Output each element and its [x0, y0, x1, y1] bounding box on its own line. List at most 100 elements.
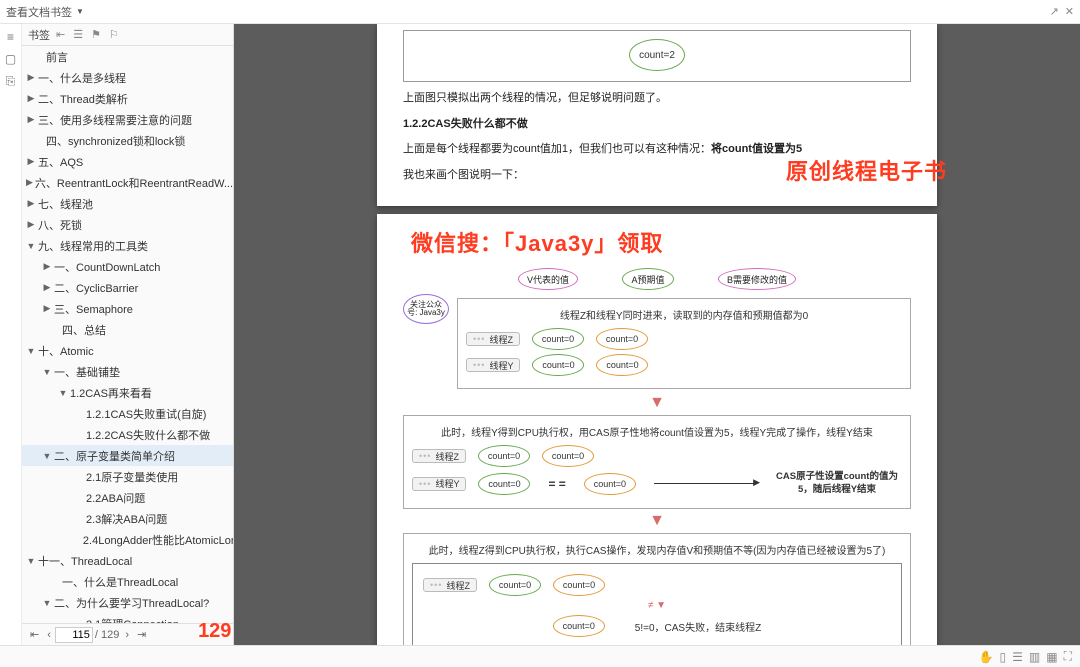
- bookmark-node[interactable]: ▶1.2.1CAS失败重试(自旋): [22, 403, 233, 424]
- bookmark-node[interactable]: ▶2.1原子变量类使用: [22, 466, 233, 487]
- bookmark-node[interactable]: ▼1.2CAS再来看看: [22, 382, 233, 403]
- sb-hand-icon[interactable]: ✋: [979, 650, 994, 664]
- bookmark-node[interactable]: ▶一、CountDownLatch: [22, 256, 233, 277]
- bookmark-label: 十、Atomic: [38, 343, 94, 359]
- expand-icon[interactable]: ▶: [42, 303, 52, 314]
- wechat-banner: 微信搜：「Java3y」领取: [411, 226, 911, 258]
- left-rail: ≡ ▢ ⎘: [0, 24, 22, 645]
- bm-del-icon[interactable]: ⚐: [109, 28, 119, 41]
- bookmark-node[interactable]: ▶三、Semaphore: [22, 298, 233, 319]
- collapse-icon[interactable]: ▼: [42, 367, 52, 377]
- diagram-caption: 此时，线程Z得到CPU执行权，执行CAS操作，发现内存值V和预期值不等(因为内存…: [412, 542, 902, 557]
- page-first[interactable]: ⇤: [26, 628, 43, 641]
- bookmark-node[interactable]: ▶前言: [22, 46, 233, 67]
- expand-icon[interactable]: ▶: [26, 219, 36, 230]
- bookmark-label: 2.1原子变量类使用: [86, 469, 178, 485]
- bookmark-label: 六、ReentrantLock和ReentrantReadW...: [35, 175, 233, 191]
- spacer-icon: ▶: [34, 135, 44, 146]
- bookmark-node[interactable]: ▶二、CyclicBarrier: [22, 277, 233, 298]
- bookmark-node[interactable]: ▶2.3解决ABA问题: [22, 508, 233, 529]
- arrow-down-icon: ▼: [403, 513, 911, 529]
- spacer-icon: ▶: [74, 429, 84, 440]
- bookmark-label: 1.2.2CAS失败什么都不做: [86, 427, 210, 443]
- bookmark-node[interactable]: ▼九、线程常用的工具类: [22, 235, 233, 256]
- rail-list-icon[interactable]: ≡: [7, 30, 14, 44]
- bookmark-label: 1.2CAS再来看看: [70, 385, 152, 401]
- collapse-icon[interactable]: ▼: [26, 556, 36, 566]
- rail-image-icon[interactable]: ▢: [5, 52, 16, 66]
- bookmark-label: 前言: [46, 49, 68, 65]
- sb-facing-icon[interactable]: ▥: [1029, 650, 1040, 664]
- expand-icon[interactable]: ▶: [26, 114, 36, 125]
- sb-grid-icon[interactable]: ▦: [1046, 650, 1057, 664]
- bookmark-node[interactable]: ▶1.2.2CAS失败什么都不做: [22, 424, 233, 445]
- watermark-text: 原创线程电子书: [786, 154, 947, 186]
- bookmark-node[interactable]: ▼十一、ThreadLocal: [22, 550, 233, 571]
- bookmark-label: 2.3解决ABA问题: [86, 511, 167, 527]
- page-prev[interactable]: ‹: [43, 629, 55, 641]
- bm-expand-icon[interactable]: ⇤: [56, 28, 65, 41]
- bookmark-label: 2.4LongAdder性能比AtomicLon...: [83, 532, 233, 548]
- page-next[interactable]: ›: [121, 629, 133, 641]
- bm-add-icon[interactable]: ⚑: [91, 28, 101, 41]
- view-bookmarks-menu[interactable]: 查看文档书签 ▼: [6, 4, 84, 20]
- bookmark-node[interactable]: ▶一、什么是多线程: [22, 67, 233, 88]
- para: 上面图只模拟出两个线程的情况，但足够说明问题了。: [403, 90, 911, 108]
- menu-label: 查看文档书签: [6, 4, 72, 20]
- bookmark-node[interactable]: ▶四、总结: [22, 319, 233, 340]
- sb-cont-icon[interactable]: ☰: [1012, 650, 1023, 664]
- document-canvas[interactable]: count=2 上面图只模拟出两个线程的情况，但足够说明问题了。 1.2.2CA…: [234, 24, 1080, 645]
- bookmark-node[interactable]: ▶三、使用多线程需要注意的问题: [22, 109, 233, 130]
- bookmark-node[interactable]: ▶八、死锁: [22, 214, 233, 235]
- bookmark-node[interactable]: ▶四、synchronized锁和lock锁: [22, 130, 233, 151]
- oval-count2: count=2: [629, 39, 685, 71]
- collapse-icon[interactable]: ▼: [42, 598, 52, 608]
- bookmark-node[interactable]: ▶七、线程池: [22, 193, 233, 214]
- spacer-icon: ▶: [74, 471, 84, 482]
- spacer-icon: ▶: [74, 408, 84, 419]
- bookmark-node[interactable]: ▶二、Thread类解析: [22, 88, 233, 109]
- expand-icon[interactable]: ▶: [26, 198, 36, 209]
- sb-full-icon[interactable]: ⛶: [1064, 649, 1072, 664]
- expand-icon[interactable]: ▶: [26, 93, 36, 104]
- collapse-icon[interactable]: ▼: [42, 451, 52, 461]
- bookmark-label: 三、Semaphore: [54, 301, 133, 317]
- bookmark-node[interactable]: ▼十、Atomic: [22, 340, 233, 361]
- bm-collapse-icon[interactable]: ☰: [73, 28, 83, 41]
- page-last[interactable]: ⇥: [133, 628, 150, 641]
- bookmark-node[interactable]: ▶2.2ABA问题: [22, 487, 233, 508]
- pdf-page: 微信搜：「Java3y」领取 V代表的值 A预期值 B需要修改的值 关注公众号:…: [377, 214, 937, 645]
- rail-attach-icon[interactable]: ⎘: [6, 74, 16, 89]
- collapse-icon[interactable]: ▼: [58, 388, 68, 398]
- bookmark-node[interactable]: ▶六、ReentrantLock和ReentrantReadW...: [22, 172, 233, 193]
- bookmark-label: 三、使用多线程需要注意的问题: [38, 112, 192, 128]
- spacer-icon: ▶: [50, 324, 60, 335]
- bookmark-node[interactable]: ▼一、基础铺垫: [22, 361, 233, 382]
- bookmark-label: 二、CyclicBarrier: [54, 280, 138, 296]
- expand-icon[interactable]: ▶: [26, 177, 33, 188]
- bookmark-sidebar: 书签 ⇤ ☰ ⚑ ⚐ ▶前言▶一、什么是多线程▶二、Thread类解析▶三、使用…: [22, 24, 234, 645]
- diagram-note: 5!=0，CAS失败，结束线程Z: [635, 619, 761, 634]
- bookmark-label: 2.2ABA问题: [86, 490, 145, 506]
- bookmark-node[interactable]: ▼二、原子变量类简单介绍: [22, 445, 233, 466]
- legend-a: A预期值: [622, 268, 674, 290]
- arrow-down-icon: ▼: [403, 395, 911, 411]
- bookmark-node[interactable]: ▼二、为什么要学习ThreadLocal?: [22, 592, 233, 613]
- bookmark-node[interactable]: ▶五、AQS: [22, 151, 233, 172]
- heading: 1.2.2CAS失败什么都不做: [403, 116, 911, 134]
- collapse-icon[interactable]: ▼: [26, 346, 36, 356]
- sb-single-icon[interactable]: ▯: [1000, 650, 1007, 664]
- expand-icon[interactable]: ▶: [26, 72, 36, 83]
- expand-icon[interactable]: ▶: [26, 156, 36, 167]
- bookmark-node[interactable]: ▶2.4LongAdder性能比AtomicLon...: [22, 529, 233, 550]
- collapse-icon[interactable]: ▼: [26, 241, 36, 251]
- expand-icon[interactable]: ▶: [42, 261, 52, 272]
- bookmark-node[interactable]: ▶2.1管理Connection: [22, 613, 233, 623]
- page-input[interactable]: [55, 627, 93, 643]
- close-icon[interactable]: ✕: [1065, 5, 1074, 18]
- thread-tag: •••线程Y: [466, 358, 520, 372]
- popout-icon[interactable]: ↗: [1050, 5, 1059, 18]
- expand-icon[interactable]: ▶: [42, 282, 52, 293]
- bookmark-node[interactable]: ▶一、什么是ThreadLocal: [22, 571, 233, 592]
- diagram-note: CAS原子性设置count的值为5，随后线程Y结束: [772, 471, 902, 496]
